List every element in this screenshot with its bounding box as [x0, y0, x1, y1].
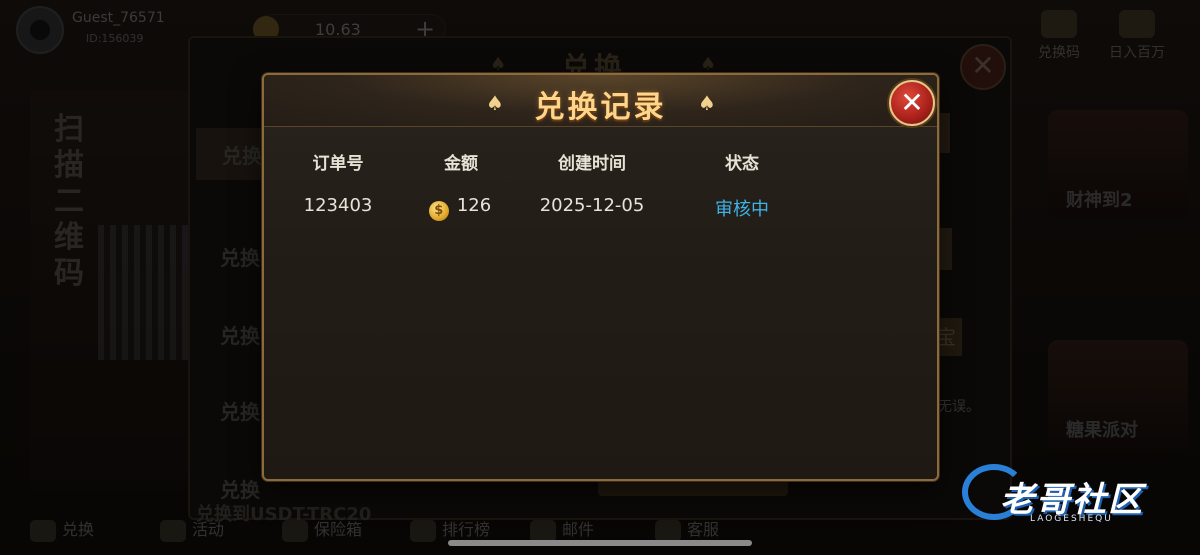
created-at-cell: 2025-12-05	[539, 195, 645, 216]
spade-icon: ♠	[698, 91, 716, 115]
close-button[interactable]: ✕	[889, 80, 935, 126]
column-created-at: 创建时间	[558, 154, 626, 174]
coin-icon: $	[428, 201, 449, 221]
status-cell: 审核中	[715, 199, 769, 220]
table-row: 123403 $126 2025-12-05 审核中	[264, 195, 937, 221]
home-indicator[interactable]	[448, 540, 752, 546]
modal-title: 兑换记录	[534, 90, 667, 125]
order-no-cell: 123403	[303, 195, 373, 216]
column-status: 状态	[725, 154, 759, 174]
modal-header: ♠ 兑换记录 ♠ ✕	[264, 75, 937, 127]
close-icon: ✕	[900, 86, 924, 119]
record-table-header: 订单号 金额 创建时间 状态	[264, 149, 937, 174]
watermark-subtext: LAOGESHEQU	[1030, 514, 1113, 524]
watermark-logo: 老哥社区 LAOGESHEQU	[960, 460, 1190, 530]
amount-value: 126	[456, 195, 492, 216]
column-order-no: 订单号	[312, 154, 364, 174]
column-amount: 金额	[444, 154, 478, 174]
exchange-record-modal: ♠ 兑换记录 ♠ ✕ 订单号 金额 创建时间 状态 123403 $126 20…	[262, 73, 939, 481]
amount-cell: $126	[400, 195, 520, 221]
